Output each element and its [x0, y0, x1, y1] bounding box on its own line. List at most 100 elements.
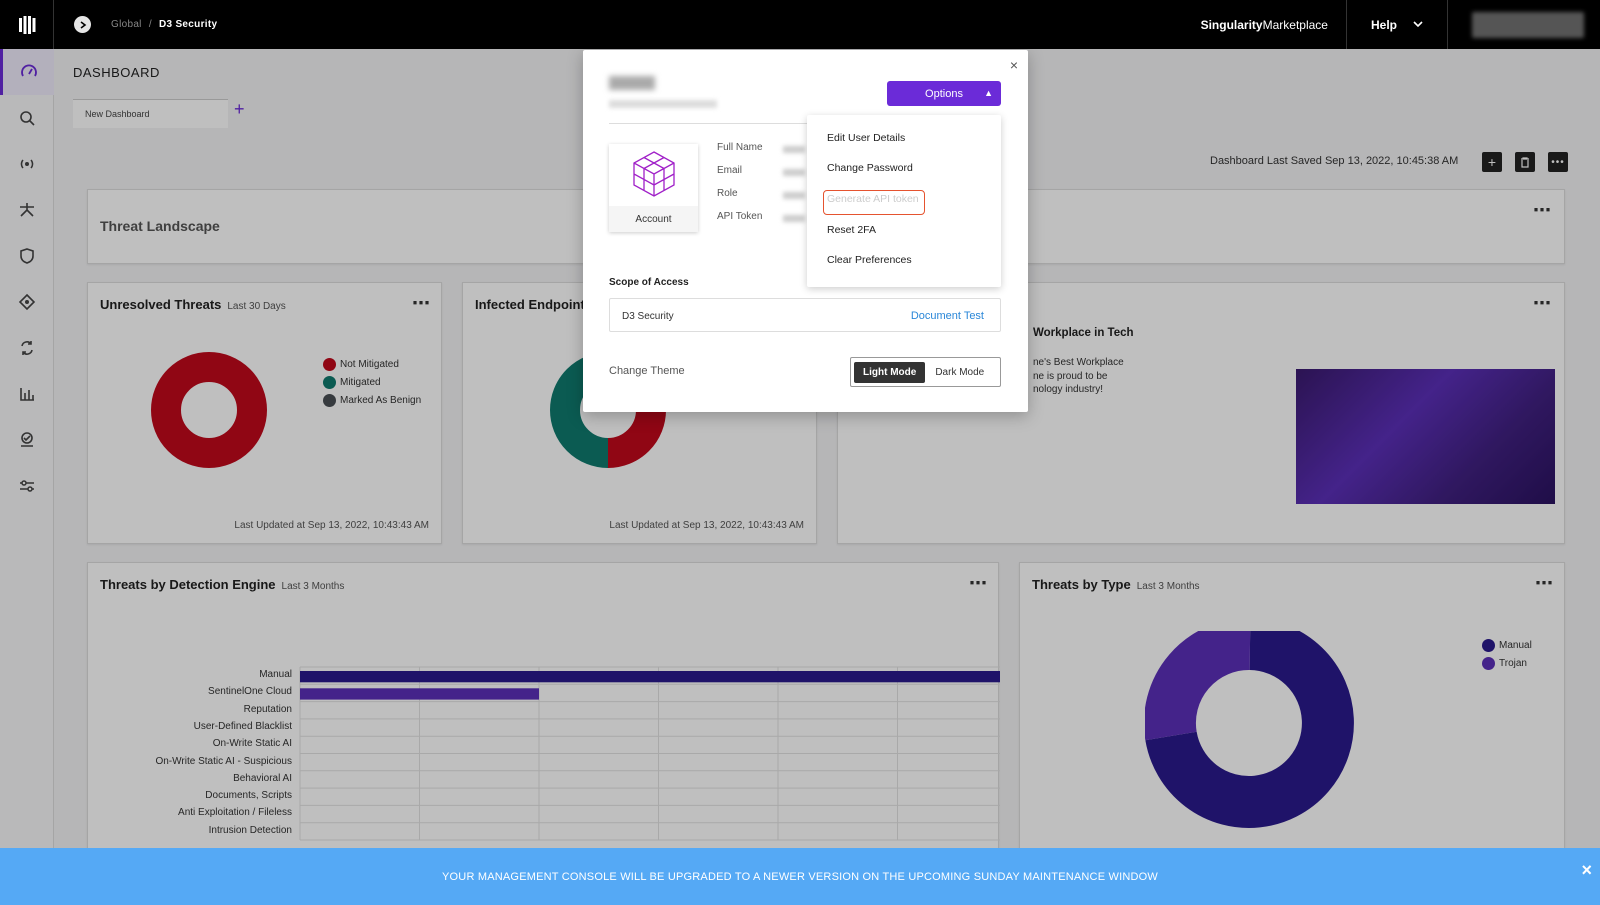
card-title: Unresolved Threats Last 30 Days [100, 297, 286, 312]
top-bar: Global / D3 Security Singularity Marketpl… [0, 0, 1600, 49]
marketplace-brand: Singularity [1200, 17, 1263, 32]
tab-new-dashboard[interactable]: New Dashboard [73, 99, 228, 128]
legend-label: Not Mitigated [340, 358, 399, 370]
unresolved-legend: Not Mitigated Mitigated Marked As Benign [323, 355, 421, 409]
field-value-redacted [783, 192, 805, 199]
options-button[interactable]: Options ▲ [887, 81, 1001, 106]
sidebar-item-automation[interactable] [0, 325, 54, 371]
slice-not-mitigated[interactable] [151, 352, 267, 468]
delete-dashboard-button[interactable] [1515, 152, 1535, 172]
upgrade-banner: YOUR MANAGEMENT CONSOLE WILL BE UPGRADED… [0, 848, 1600, 905]
slice-trojan[interactable] [1145, 631, 1251, 741]
bar[interactable] [300, 688, 539, 700]
close-icon[interactable]: × [1581, 860, 1592, 881]
sidebar-item-policies[interactable] [0, 233, 54, 279]
unresolved-threats-card: Unresolved Threats Last 30 Days ⋯ Not Mit… [87, 282, 442, 544]
dark-mode-button[interactable]: Dark Mode [925, 362, 994, 383]
card-menu-icon[interactable]: ⋯ [1533, 200, 1552, 221]
field-label: Full Name [717, 142, 763, 153]
news-title: Workplace in Tech [1033, 327, 1134, 339]
card-title: Threats by Type Last 3 Months [1032, 577, 1200, 592]
card-title-text: Threats by Type [1032, 577, 1131, 592]
news-body: ne's Best Workplace ne is proud to be no… [1033, 356, 1124, 397]
category-label: Manual [259, 669, 292, 680]
breadcrumb-separator: / [148, 19, 152, 30]
team-photo-image [1296, 369, 1555, 504]
broadcast-icon [20, 159, 34, 169]
options-label: Options [925, 87, 963, 100]
news-line: ne is proud to be [1033, 370, 1108, 382]
breadcrumb-global[interactable]: Global [111, 19, 142, 30]
add-widget-button[interactable]: + [1482, 152, 1502, 172]
add-tab-button[interactable]: + [234, 99, 245, 120]
bar-chart-icon [20, 388, 34, 401]
field-value-redacted [783, 215, 805, 222]
sentinelone-logo-icon[interactable] [0, 0, 54, 49]
diamond-icon [18, 293, 36, 311]
user-menu[interactable] [1472, 11, 1584, 38]
card-menu-icon[interactable]: ⋯ [412, 293, 431, 314]
marketplace-link[interactable]: Singularity Marketplace [1183, 0, 1347, 49]
threats-by-type-card: Threats by Type Last 3 Months ⋯ Manual Tr… [1019, 562, 1565, 862]
category-label: Behavioral AI [233, 772, 292, 784]
bar[interactable] [300, 671, 1000, 683]
light-mode-button[interactable]: Light Mode [854, 361, 926, 383]
more-dots-icon: ••• [1551, 156, 1565, 168]
shield-icon [20, 248, 34, 264]
category-label: Anti Exploitation / Fileless [178, 807, 292, 819]
card-menu-icon[interactable]: ⋯ [1535, 573, 1554, 594]
trash-icon [1521, 156, 1529, 168]
help-menu[interactable]: Help [1347, 0, 1448, 49]
breadcrumb-expand-icon[interactable] [74, 16, 91, 33]
dashboard-more-button[interactable]: ••• [1548, 152, 1568, 172]
detection-bar-chart: Manual SentinelOne Cloud Reputation User-De… [88, 563, 1016, 863]
plus-icon: + [1487, 154, 1497, 170]
category-label: SentinelOne Cloud [208, 686, 292, 698]
sidebar-item-settings[interactable] [0, 463, 54, 509]
sidebar-item-search[interactable] [0, 95, 54, 141]
user-name-redacted [609, 76, 655, 90]
category-label: On-Write Static AI [212, 738, 292, 750]
card-subtitle: Last 3 Months [1136, 581, 1200, 592]
chevron-up-icon: ▲ [984, 88, 993, 98]
news-line: ne's Best Workplace [1033, 357, 1124, 368]
last-saved-text: Dashboard Last Saved Sep 13, 2022, 10:45… [1210, 155, 1459, 167]
sidebar-item-sentinels[interactable] [0, 141, 54, 187]
banner-text: YOUR MANAGEMENT CONSOLE WILL BE UPGRADED… [442, 870, 1158, 883]
bytype-legend: Manual Trojan [1482, 636, 1532, 672]
card-title: Infected Endpoints [475, 297, 592, 312]
search-icon [20, 111, 35, 126]
sidebar-item-network[interactable] [0, 187, 54, 233]
legend-item: Not Mitigated [323, 355, 421, 373]
sidebar-item-reports[interactable] [0, 371, 54, 417]
legend-label: Marked As Benign [340, 394, 422, 406]
close-icon[interactable]: × [1010, 57, 1018, 73]
created-date-redacted [609, 100, 717, 108]
scope-link[interactable]: Document Test [911, 310, 984, 322]
menu-item-change-password[interactable]: Change Password [827, 162, 913, 174]
menu-item-clear-preferences[interactable]: Clear Preferences [827, 254, 912, 266]
sidebar-item-rules[interactable] [0, 279, 54, 325]
menu-item-reset-2fa[interactable]: Reset 2FA [827, 224, 876, 236]
category-label: Reputation [243, 703, 292, 715]
field-label: Email [717, 165, 743, 176]
breadcrumb: Global / D3 Security [111, 19, 217, 30]
sidebar-item-activity[interactable] [0, 417, 54, 463]
legend-item: Manual [1482, 636, 1532, 654]
theme-label: Change Theme [609, 365, 685, 377]
detection-engine-card: Threats by Detection Engine Last 3 Months… [87, 562, 1016, 863]
card-title-text: Unresolved Threats [100, 297, 222, 312]
sliders-icon [20, 480, 34, 492]
menu-item-edit-user[interactable]: Edit User Details [827, 132, 905, 144]
breadcrumb-current[interactable]: D3 Security [159, 19, 217, 30]
field-label: Role [717, 188, 738, 199]
card-menu-icon[interactable]: ⋯ [1533, 293, 1552, 314]
highlight-box [823, 190, 925, 215]
scope-box: D3 Security Document Test [609, 298, 1001, 332]
threats-by-type-donut [1145, 631, 1354, 828]
card-subtitle: Last 30 Days [227, 301, 286, 312]
last-updated-text: Last Updated at Sep 13, 2022, 10:43:43 A… [609, 520, 804, 531]
legend-label: Manual [1499, 639, 1532, 651]
legend-item: Marked As Benign [323, 391, 421, 409]
sidebar-item-dashboard[interactable] [0, 49, 54, 95]
